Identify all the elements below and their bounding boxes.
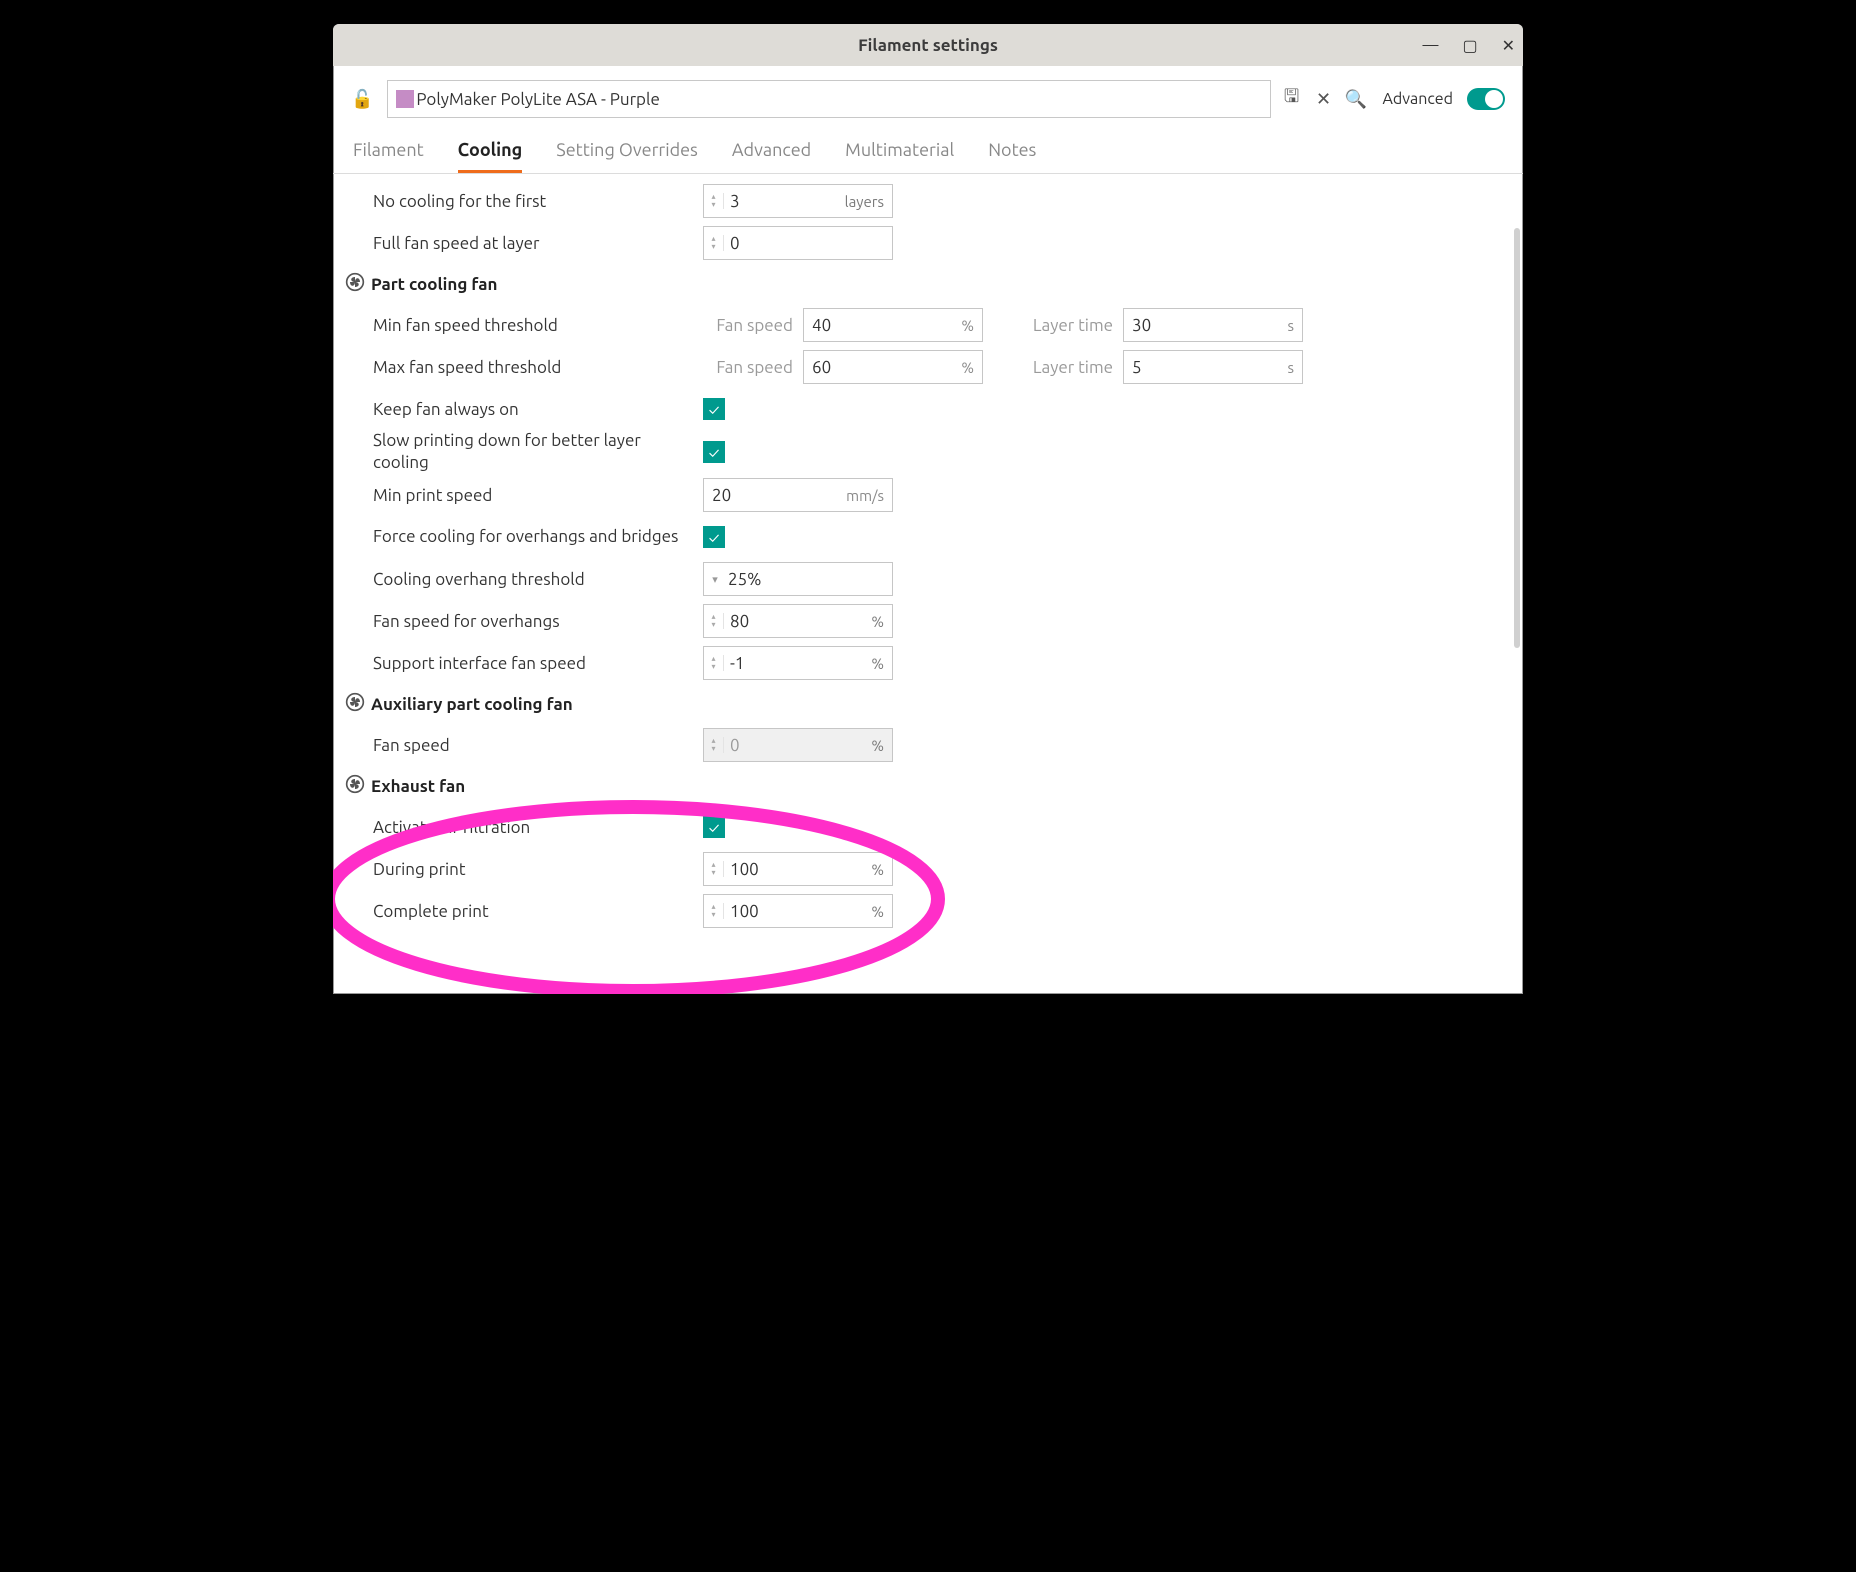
label: Full fan speed at layer	[373, 234, 703, 253]
spinner-arrows[interactable]: ▴▾	[704, 861, 724, 877]
fan-icon	[345, 272, 365, 296]
support-fan-input[interactable]: ▴▾ -1 %	[703, 646, 893, 680]
fan-icon	[345, 774, 365, 798]
spinner-arrows[interactable]: ▴▾	[704, 613, 724, 629]
row-full-fan-speed-layer: Full fan speed at layer ▴▾ 0	[333, 222, 1523, 264]
section-exhaust-fan: Exhaust fan	[333, 766, 1523, 806]
row-aux-fan-speed: Fan speed ▴▾ 0 %	[333, 724, 1523, 766]
overhang-fan-input[interactable]: ▴▾ 80 %	[703, 604, 893, 638]
tab-multimaterial[interactable]: Multimaterial	[845, 140, 954, 173]
content-panel: No cooling for the first ▴▾ 3 layers Ful…	[333, 174, 1523, 994]
spinner-arrows[interactable]: ▴▾	[704, 235, 724, 251]
row-min-fan-threshold: Min fan speed threshold Fan speed 40 % L…	[333, 304, 1523, 346]
complete-print-input[interactable]: ▴▾ 100 %	[703, 894, 893, 928]
titlebar: Filament settings — ▢ ✕	[333, 24, 1523, 66]
search-icon[interactable]: 🔍	[1345, 89, 1367, 110]
save-icon[interactable]: 🖫	[1281, 84, 1303, 114]
min-thresh-fan-input[interactable]: 40 %	[803, 308, 983, 342]
section-aux-cooling-fan: Auxiliary part cooling fan	[333, 684, 1523, 724]
filament-name-combo[interactable]: PolyMaker PolyLite ASA - Purple	[387, 80, 1270, 118]
min-thresh-layer-input[interactable]: 30 s	[1123, 308, 1303, 342]
fan-icon	[345, 692, 365, 716]
no-cooling-first-input[interactable]: ▴▾ 3 layers	[703, 184, 893, 218]
row-max-fan-threshold: Max fan speed threshold Fan speed 60 % L…	[333, 346, 1523, 388]
tab-filament[interactable]: Filament	[353, 140, 424, 173]
spinner-arrows[interactable]: ▴▾	[704, 655, 724, 671]
row-activate-air-filtration: Activate air filtration ✓	[333, 806, 1523, 848]
force-overhang-checkbox[interactable]: ✓	[703, 526, 725, 548]
spinner-arrows[interactable]: ▴▾	[704, 193, 724, 209]
close-button[interactable]: ✕	[1502, 36, 1515, 55]
tabs: Filament Cooling Setting Overrides Advan…	[333, 124, 1523, 174]
color-swatch	[396, 90, 414, 108]
row-support-interface-fan: Support interface fan speed ▴▾ -1 %	[333, 642, 1523, 684]
full-fan-layer-input[interactable]: ▴▾ 0	[703, 226, 893, 260]
air-filtration-checkbox[interactable]: ✓	[703, 816, 725, 838]
max-thresh-layer-input[interactable]: 5 s	[1123, 350, 1303, 384]
toolbar: 🔓 PolyMaker PolyLite ASA - Purple 🖫 ✕ 🔍 …	[333, 66, 1523, 124]
spinner-arrows[interactable]: ▴▾	[704, 903, 724, 919]
tab-advanced[interactable]: Advanced	[732, 140, 811, 173]
tab-cooling[interactable]: Cooling	[458, 140, 523, 173]
advanced-label: Advanced	[1383, 90, 1453, 108]
row-cooling-overhang-threshold: Cooling overhang threshold ▾ 25%	[333, 558, 1523, 600]
advanced-toggle[interactable]	[1467, 88, 1505, 110]
tab-setting-overrides[interactable]: Setting Overrides	[556, 140, 698, 173]
min-print-speed-input[interactable]: 20 mm/s	[703, 478, 893, 512]
row-complete-print: Complete print ▴▾ 100 %	[333, 890, 1523, 932]
slow-printing-checkbox[interactable]: ✓	[703, 441, 725, 463]
overhang-threshold-combo[interactable]: ▾ 25%	[703, 562, 893, 596]
label: No cooling for the first	[373, 192, 703, 211]
clear-icon[interactable]: ✕	[1313, 89, 1335, 110]
max-thresh-fan-input[interactable]: 60 %	[803, 350, 983, 384]
row-fan-speed-overhangs: Fan speed for overhangs ▴▾ 80 %	[333, 600, 1523, 642]
row-force-cooling-overhangs: Force cooling for overhangs and bridges …	[333, 516, 1523, 558]
section-part-cooling-fan: Part cooling fan	[333, 264, 1523, 304]
maximize-button[interactable]: ▢	[1462, 36, 1477, 55]
aux-fan-speed-input: ▴▾ 0 %	[703, 728, 893, 762]
window-title: Filament settings	[858, 36, 998, 55]
row-slow-printing: Slow printing down for better layer cool…	[333, 430, 1523, 474]
during-print-input[interactable]: ▴▾ 100 %	[703, 852, 893, 886]
window-controls: — ▢ ✕	[1423, 24, 1515, 66]
unlock-icon[interactable]: 🔓	[351, 89, 373, 110]
row-keep-fan-on: Keep fan always on ✓	[333, 388, 1523, 430]
chevron-down-icon: ▾	[704, 573, 726, 586]
row-min-print-speed: Min print speed 20 mm/s	[333, 474, 1523, 516]
keep-fan-on-checkbox[interactable]: ✓	[703, 398, 725, 420]
filament-name-text: PolyMaker PolyLite ASA - Purple	[416, 90, 659, 109]
scrollbar[interactable]	[1514, 228, 1520, 648]
minimize-button[interactable]: —	[1423, 36, 1439, 54]
window: Filament settings — ▢ ✕ 🔓 PolyMaker Poly…	[333, 24, 1523, 994]
row-no-cooling-first: No cooling for the first ▴▾ 3 layers	[333, 180, 1523, 222]
spinner-arrows: ▴▾	[704, 737, 724, 753]
tab-notes[interactable]: Notes	[988, 140, 1036, 173]
row-during-print: During print ▴▾ 100 %	[333, 848, 1523, 890]
